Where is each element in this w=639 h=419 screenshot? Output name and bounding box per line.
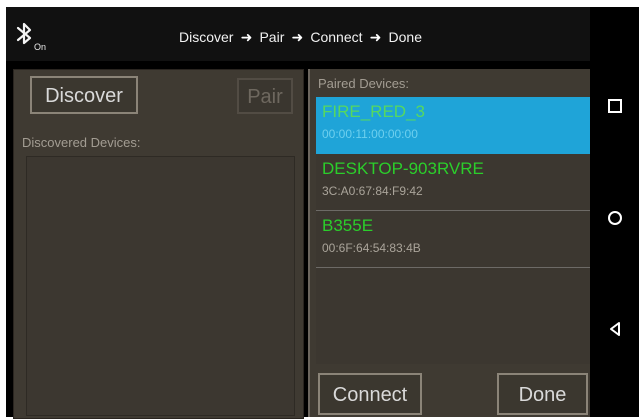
workflow-step-done: Done [388,29,422,45]
device-mac-address: 00:00:11:00:00:00 [322,127,418,141]
android-navigation-bar [590,7,639,417]
discover-button[interactable]: Discover [30,76,138,114]
bluetooth-icon [16,22,32,45]
discovered-devices-label: Discovered Devices: [22,135,141,150]
arrow-right-icon: ➜ [369,29,382,45]
paired-device-item[interactable]: B355E 00:6F:64:54:83:4B [316,211,590,268]
device-name: B355E [322,216,374,235]
back-icon[interactable] [606,320,624,338]
title-bar: On Discover ➜ Pair ➜ Connect ➜ Done [6,7,590,61]
discovered-devices-list[interactable] [26,156,295,416]
done-button[interactable]: Done [497,373,588,415]
connect-button[interactable]: Connect [318,373,422,415]
paired-devices-list[interactable]: FIRE_RED_3 00:00:11:00:00:00 DESKTOP-903… [316,97,590,364]
discovery-pane: Discover Pair Discovered Devices: [13,69,304,419]
recent-apps-icon[interactable] [606,97,624,115]
device-name: FIRE_RED_3 [322,102,425,121]
bluetooth-state: On [34,42,47,52]
workflow-step-discover: Discover [179,29,234,45]
paired-device-item[interactable]: FIRE_RED_3 00:00:11:00:00:00 [316,97,590,154]
workflow-steps: Discover ➜ Pair ➜ Connect ➜ Done [179,29,422,45]
arrow-right-icon: ➜ [291,29,304,45]
workflow-step-connect: Connect [310,29,363,45]
bluetooth-app: On Discover ➜ Pair ➜ Connect ➜ Done Disc… [6,7,592,419]
device-name: DESKTOP-903RVRE [322,159,484,178]
device-mac-address: 00:6F:64:54:83:4B [322,241,421,255]
device-screen: On Discover ➜ Pair ➜ Connect ➜ Done Disc… [0,0,639,419]
paired-devices-label: Paired Devices: [318,76,410,91]
home-icon[interactable] [606,209,624,227]
arrow-right-icon: ➜ [240,29,253,45]
paired-pane: Paired Devices: FIRE_RED_3 00:00:11:00:0… [308,69,592,417]
device-mac-address: 3C:A0:67:84:F9:42 [322,184,423,198]
workflow-step-pair: Pair [259,29,285,45]
pair-button[interactable]: Pair [237,78,293,114]
paired-device-item[interactable]: DESKTOP-903RVRE 3C:A0:67:84:F9:42 [316,154,590,211]
